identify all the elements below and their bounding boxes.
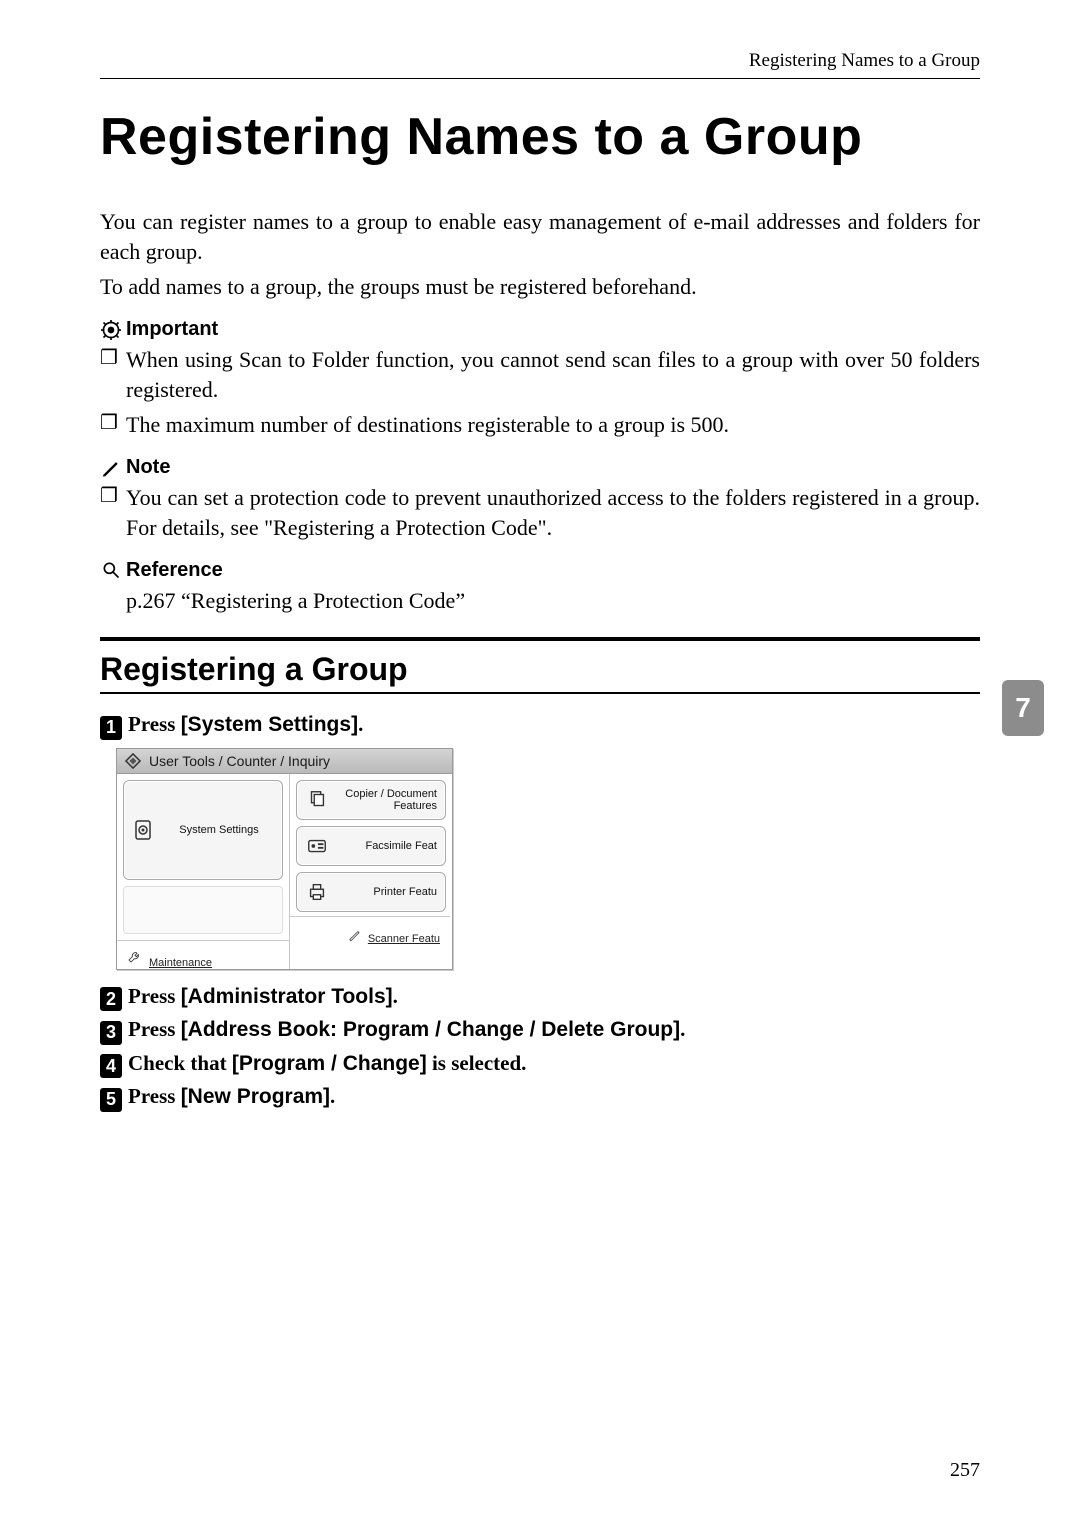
section-rule-heavy xyxy=(100,637,980,641)
copier-features-button[interactable]: Copier / Document Features xyxy=(296,780,446,820)
printer-features-button[interactable]: Printer Featu xyxy=(296,872,446,912)
wrench-icon xyxy=(127,950,143,969)
important-icon xyxy=(100,319,122,341)
reference-body: p.267 “Registering a Protection Code” xyxy=(100,586,980,616)
step-2: 2 Press [Administrator Tools]. xyxy=(100,984,980,1010)
step-text: Press [New Program]. xyxy=(128,1084,335,1109)
step-number-badge: 1 xyxy=(100,716,122,740)
reference-icon xyxy=(100,559,122,581)
note-list: You can set a protection code to prevent… xyxy=(100,483,980,542)
note-heading: Note xyxy=(100,456,980,479)
ui-left-column: System Settings Maintenance xyxy=(117,774,290,969)
intro-paragraph-2: To add names to a group, the groups must… xyxy=(100,272,980,302)
subsection-title: Registering a Group xyxy=(100,651,980,688)
printer-label: Printer Featu xyxy=(337,886,437,898)
step-button-label: [Address Book: Program / Change / Delete… xyxy=(181,1018,680,1041)
ui-titlebar: User Tools / Counter / Inquiry xyxy=(117,749,452,774)
fax-icon xyxy=(305,834,329,858)
page-number: 257 xyxy=(950,1459,980,1482)
system-settings-label: System Settings xyxy=(164,824,274,836)
printer-icon xyxy=(305,880,329,904)
ui-right-column: Copier / Document Features Facsimile Fea… xyxy=(290,774,450,969)
step-button-label: [Administrator Tools] xyxy=(181,985,393,1008)
ui-screenshot: User Tools / Counter / Inquiry System Se… xyxy=(116,748,453,970)
facsimile-features-button[interactable]: Facsimile Feat xyxy=(296,826,446,866)
scanner-label: Scanner Featu xyxy=(368,933,440,945)
step-text: Press [Address Book: Program / Change / … xyxy=(128,1017,685,1042)
important-label: Important xyxy=(126,318,218,341)
page-title: Registering Names to a Group xyxy=(100,107,980,167)
step-1: 1 Press [System Settings]. xyxy=(100,712,980,738)
ui-blank-slot xyxy=(123,886,283,934)
step-text: Press [Administrator Tools]. xyxy=(128,984,398,1009)
chapter-tab: 7 xyxy=(1002,680,1044,736)
important-heading: Important xyxy=(100,318,980,341)
important-list: When using Scan to Folder function, you … xyxy=(100,345,980,440)
scanner-pen-icon xyxy=(348,928,362,945)
ui-body: System Settings Maintenance Copier / Doc… xyxy=(117,774,452,969)
step-suffix: . xyxy=(358,712,363,736)
system-settings-button[interactable]: System Settings xyxy=(123,780,283,880)
step-button-label: [System Settings] xyxy=(181,713,358,736)
page: Registering Names to a Group Registering… xyxy=(0,0,1080,1526)
step-suffix: . xyxy=(680,1017,685,1041)
note-item: You can set a protection code to prevent… xyxy=(126,483,980,542)
maintenance-label: Maintenance xyxy=(149,957,212,969)
important-item: The maximum number of destinations regis… xyxy=(126,410,980,440)
step-button-label: [Program / Change] xyxy=(232,1052,427,1075)
intro-paragraph-1: You can register names to a group to ena… xyxy=(100,207,980,266)
step-5: 5 Press [New Program]. xyxy=(100,1084,980,1110)
step-number-badge: 3 xyxy=(100,1021,122,1045)
step-number-badge: 4 xyxy=(100,1054,122,1078)
step-prefix: Press xyxy=(128,984,181,1008)
step-number-badge: 5 xyxy=(100,1088,122,1112)
step-suffix: . xyxy=(393,984,398,1008)
step-prefix: Press xyxy=(128,712,181,736)
step-4: 4 Check that [Program / Change] is selec… xyxy=(100,1051,980,1077)
step-3: 3 Press [Address Book: Program / Change … xyxy=(100,1017,980,1043)
step-prefix: Check that xyxy=(128,1051,232,1075)
step-suffix: . xyxy=(330,1084,335,1108)
settings-doc-icon xyxy=(132,818,156,842)
ui-title-text: User Tools / Counter / Inquiry xyxy=(149,753,330,769)
step-text: Check that [Program / Change] is selecte… xyxy=(128,1051,526,1076)
note-icon xyxy=(100,457,122,479)
copier-icon xyxy=(305,788,329,812)
step-prefix: Press xyxy=(128,1017,181,1041)
maintenance-link[interactable]: Maintenance xyxy=(117,940,289,969)
running-head: Registering Names to a Group xyxy=(100,50,980,79)
scanner-features-link[interactable]: Scanner Featu xyxy=(290,916,450,945)
step-suffix: is selected. xyxy=(427,1051,527,1075)
copier-label: Copier / Document Features xyxy=(337,788,437,812)
reference-heading: Reference xyxy=(100,559,980,582)
step-text: Press [System Settings]. xyxy=(128,712,363,737)
step-prefix: Press xyxy=(128,1084,181,1108)
step-button-label: [New Program] xyxy=(181,1085,330,1108)
section-rule-thin xyxy=(100,692,980,694)
fax-label: Facsimile Feat xyxy=(337,840,437,852)
reference-label: Reference xyxy=(126,559,223,582)
diamond-icon xyxy=(125,753,141,769)
note-label: Note xyxy=(126,456,170,479)
important-item: When using Scan to Folder function, you … xyxy=(126,345,980,404)
step-number-badge: 2 xyxy=(100,987,122,1011)
